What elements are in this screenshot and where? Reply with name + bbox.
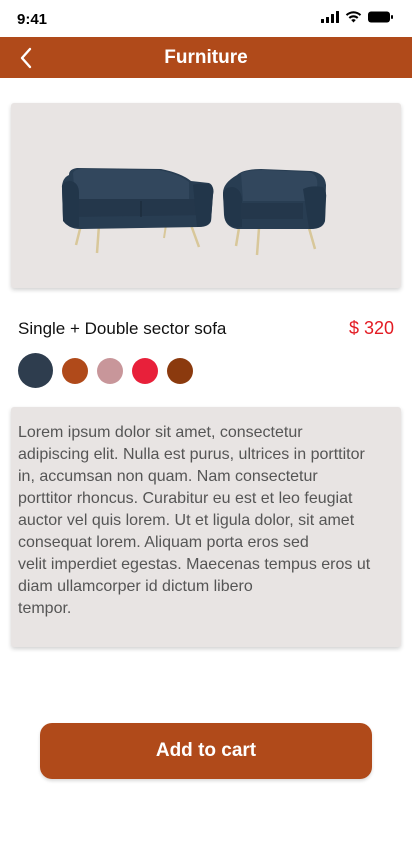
signal-icon [321, 11, 339, 23]
status-time: 9:41 [17, 11, 48, 28]
color-swatch[interactable] [132, 358, 158, 384]
color-swatch[interactable] [62, 358, 88, 384]
status-bar: 9:41 [0, 0, 412, 37]
description-card: Lorem ipsum dolor sit amet, consectetur … [11, 407, 401, 647]
double-sofa-image [61, 168, 214, 254]
status-icons [321, 11, 394, 23]
product-price: $ 320 [348, 318, 394, 338]
color-swatch[interactable] [167, 358, 193, 384]
sofa-set-image [61, 168, 327, 256]
color-swatch-selected[interactable] [18, 353, 53, 388]
battery-icon [368, 11, 393, 23]
wifi-icon [345, 11, 362, 23]
armchair-image [223, 169, 327, 256]
product-description: Lorem ipsum dolor sit amet, consectetur … [18, 424, 371, 617]
page-title: Furniture [164, 47, 248, 68]
product-name: Single + Double sector sofa [18, 319, 227, 338]
app-bar: Furniture [0, 37, 412, 78]
color-swatch[interactable] [97, 358, 123, 384]
product-image-card [11, 103, 401, 288]
add-to-cart-button[interactable]: Add to cart [40, 723, 372, 779]
